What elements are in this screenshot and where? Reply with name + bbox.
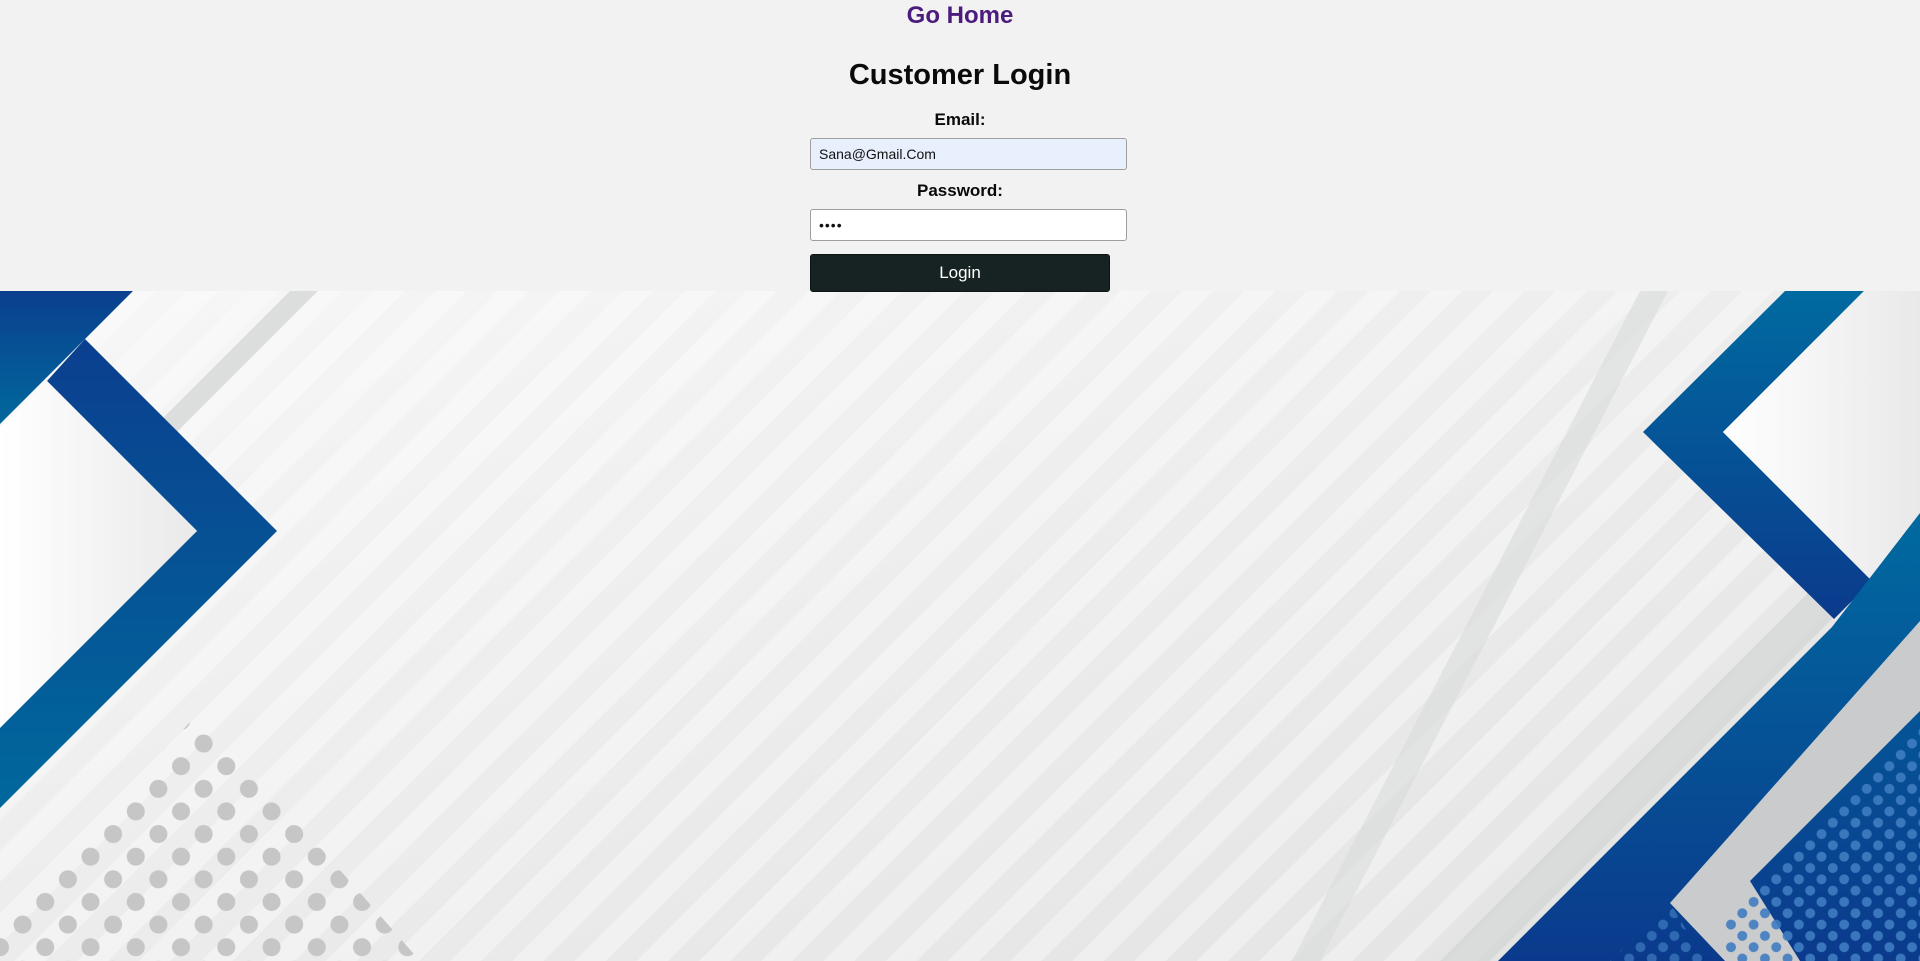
password-label: Password: [917, 181, 1003, 200]
decorative-background [0, 291, 1920, 961]
login-button[interactable]: Login [810, 254, 1110, 292]
go-home-label[interactable]: Go Home [907, 2, 1014, 29]
password-field[interactable] [810, 209, 1127, 241]
email-label: Email: [934, 110, 986, 129]
page-title: Customer Login [848, 59, 1072, 91]
go-home-link[interactable]: Go Home [0, 2, 1920, 30]
email-field[interactable] [810, 138, 1127, 170]
